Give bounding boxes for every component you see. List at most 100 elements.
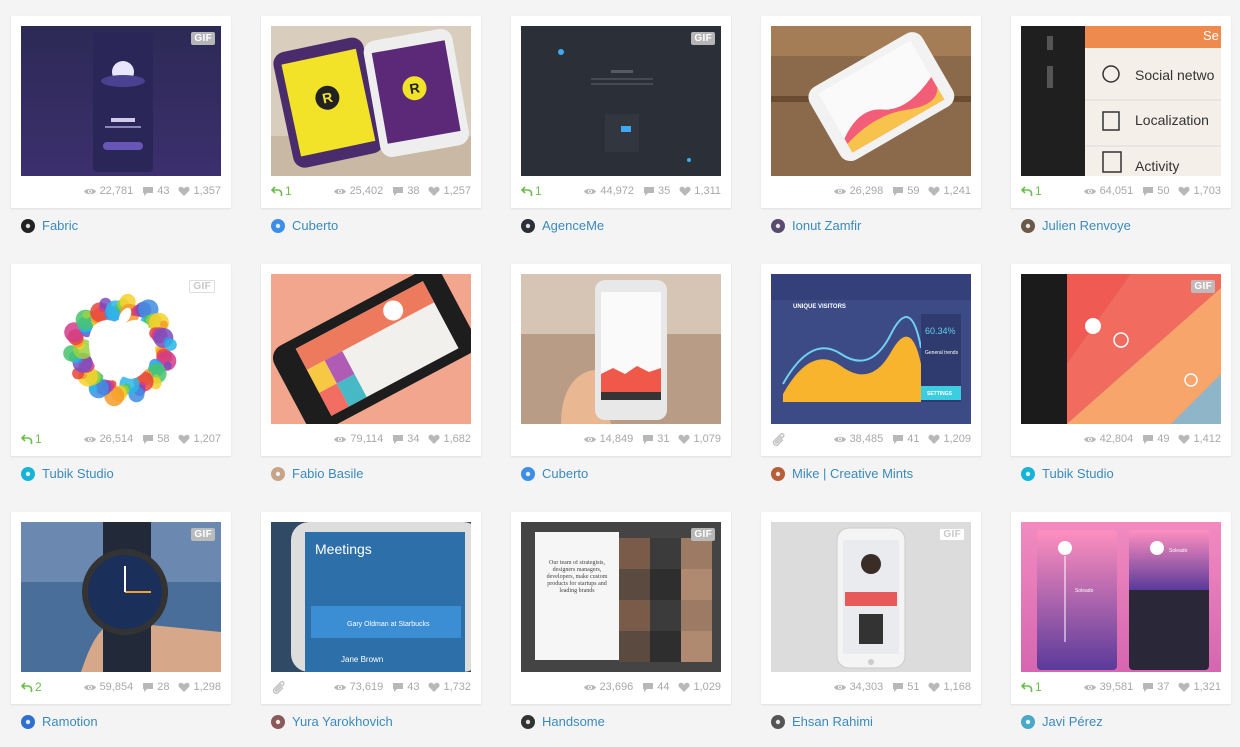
rebound-count[interactable]: 2: [21, 680, 42, 694]
shot-card[interactable]: GIF 34,303 51 1,168: [761, 512, 981, 704]
shot-thumbnail[interactable]: GIF: [771, 522, 971, 672]
shot-card[interactable]: 79,114 34 1,682: [261, 264, 481, 456]
shot-thumbnail[interactable]: R R: [271, 26, 471, 176]
designer-link[interactable]: Fabio Basile: [271, 466, 364, 481]
comments-count[interactable]: 38: [392, 185, 419, 197]
thumb-text: Social netwo: [1135, 67, 1215, 83]
designer-link[interactable]: Javi Pérez: [1021, 714, 1103, 729]
designer-name: Fabio Basile: [292, 466, 364, 481]
eye-icon: [833, 188, 846, 194]
shot-card[interactable]: GIF 42,804 49 1,412: [1011, 264, 1231, 456]
rebound-count[interactable]: 1: [271, 184, 292, 198]
eye-icon: [333, 188, 346, 194]
comments-count[interactable]: 51: [892, 681, 919, 693]
designer-link[interactable]: Cuberto: [521, 466, 588, 481]
designer-link[interactable]: Mike | Creative Mints: [771, 466, 913, 481]
likes-count[interactable]: 1,257: [428, 185, 471, 197]
shot-thumbnail[interactable]: GIF: [21, 26, 221, 176]
shot-card[interactable]: UNIQUE VISITORS 60.34% General trends SE…: [761, 264, 981, 456]
shot-card[interactable]: 26,298 59 1,241: [761, 16, 981, 208]
comments-count[interactable]: 34: [392, 433, 419, 445]
views-count: 26,298: [833, 185, 883, 197]
shot-thumbnail[interactable]: Our team of strategists, designers manag…: [521, 522, 721, 672]
likes-count[interactable]: 1,241: [928, 185, 971, 197]
comments-count[interactable]: 37: [1142, 681, 1169, 693]
shot-thumbnail[interactable]: UNIQUE VISITORS 60.34% General trends SE…: [771, 274, 971, 424]
designer-link[interactable]: Julien Renvoye: [1021, 218, 1131, 233]
shot-card[interactable]: R R 1 25,402 38 1,257: [261, 16, 481, 208]
comments-count[interactable]: 28: [142, 681, 169, 693]
shot-card[interactable]: Se Social netwo Localization Activity 1 6…: [1011, 16, 1231, 208]
likes-count[interactable]: 1,079: [678, 433, 721, 445]
rebound-count[interactable]: 1: [521, 184, 542, 198]
shot-thumbnail[interactable]: Se Social netwo Localization Activity: [1021, 26, 1221, 176]
designer-link[interactable]: Tubik Studio: [1021, 466, 1114, 481]
likes-count[interactable]: 1,168: [928, 681, 971, 693]
comments-count[interactable]: 43: [392, 681, 419, 693]
shot-thumbnail[interactable]: GIF: [21, 522, 221, 672]
comments-count[interactable]: 49: [1142, 433, 1169, 445]
shot-thumbnail[interactable]: [521, 274, 721, 424]
comments-count[interactable]: 44: [642, 681, 669, 693]
designer-link[interactable]: Yura Yarokhovich: [271, 714, 393, 729]
comments-count[interactable]: 50: [1142, 185, 1169, 197]
likes-count[interactable]: 1,298: [178, 681, 221, 693]
shot-card[interactable]: GIF 22,781 43 1,357: [11, 16, 231, 208]
likes-count[interactable]: 1,311: [679, 185, 721, 197]
comments-count[interactable]: 31: [642, 433, 669, 445]
likes-count[interactable]: 1,682: [428, 433, 471, 445]
heart-icon: [428, 682, 440, 692]
likes-count[interactable]: 1,209: [928, 433, 971, 445]
designer-link[interactable]: Cuberto: [271, 218, 338, 233]
thumb-text: Se: [1203, 28, 1219, 43]
rebound-count[interactable]: 1: [1021, 680, 1042, 694]
designer-link[interactable]: Tubik Studio: [21, 466, 114, 481]
shot-stats: 42,804 49 1,412: [1021, 432, 1221, 446]
shot-card[interactable]: Our team of strategists, designers manag…: [511, 512, 731, 704]
likes-count[interactable]: 1,357: [178, 185, 221, 197]
shot-thumbnail[interactable]: [771, 26, 971, 176]
likes-count[interactable]: 1,732: [428, 681, 471, 693]
shot-thumbnail[interactable]: GIF: [21, 274, 221, 424]
designer-link[interactable]: AgenceMe: [521, 218, 604, 233]
likes-count[interactable]: 1,412: [1178, 433, 1221, 445]
shot-card[interactable]: Soleado Soleado 1 39,581 37 1,321: [1011, 512, 1231, 704]
comments-count[interactable]: 41: [892, 433, 919, 445]
shot-card[interactable]: GIF 1 44,972 35 1,311: [511, 16, 731, 208]
thumb-text: Jane Brown: [341, 655, 383, 664]
views-value: 59,854: [99, 681, 134, 693]
likes-count[interactable]: 1,321: [1178, 681, 1221, 693]
shot-card[interactable]: GIF 1 26,514 58 1,207: [11, 264, 231, 456]
designer-link[interactable]: Ehsan Rahimi: [771, 714, 873, 729]
shot-card[interactable]: 14,849 31 1,079: [511, 264, 731, 456]
shot-thumbnail[interactable]: Soleado Soleado: [1021, 522, 1221, 672]
comments-count[interactable]: 59: [892, 185, 919, 197]
thumb-text: Meetings: [315, 541, 372, 557]
likes-count[interactable]: 1,703: [1178, 185, 1221, 197]
comments-count[interactable]: 58: [142, 433, 169, 445]
attachment-indicator[interactable]: [771, 432, 787, 446]
comments-count[interactable]: 35: [643, 185, 670, 197]
comments-value: 50: [1157, 185, 1170, 197]
shot-thumbnail[interactable]: Meetings Gary Oldman at Starbucks Jane B…: [271, 522, 471, 672]
shot-card[interactable]: Meetings Gary Oldman at Starbucks Jane B…: [261, 512, 481, 704]
shot-card[interactable]: GIF 2 59,854 28 1,298: [11, 512, 231, 704]
shot-thumbnail[interactable]: GIF: [1021, 274, 1221, 424]
likes-count[interactable]: 1,029: [678, 681, 721, 693]
rebound-count[interactable]: 1: [21, 432, 42, 446]
rebound-count[interactable]: 1: [1021, 184, 1042, 198]
designer-link[interactable]: Handsome: [521, 714, 605, 729]
comments-count[interactable]: 43: [142, 185, 169, 197]
likes-value: 1,241: [943, 185, 971, 197]
shot-thumbnail[interactable]: GIF: [521, 26, 721, 176]
designer-link[interactable]: Ionut Zamfir: [771, 218, 861, 233]
heart-icon: [1178, 434, 1190, 444]
shot-item: Se Social netwo Localization Activity 1 6…: [1011, 16, 1231, 233]
attachment-indicator[interactable]: [271, 680, 287, 694]
designer-link[interactable]: Fabric: [21, 218, 78, 233]
designer-link[interactable]: Ramotion: [21, 714, 98, 729]
designer-name: Tubik Studio: [42, 466, 114, 481]
comments-value: 34: [407, 433, 420, 445]
likes-count[interactable]: 1,207: [178, 433, 221, 445]
shot-thumbnail[interactable]: [271, 274, 471, 424]
